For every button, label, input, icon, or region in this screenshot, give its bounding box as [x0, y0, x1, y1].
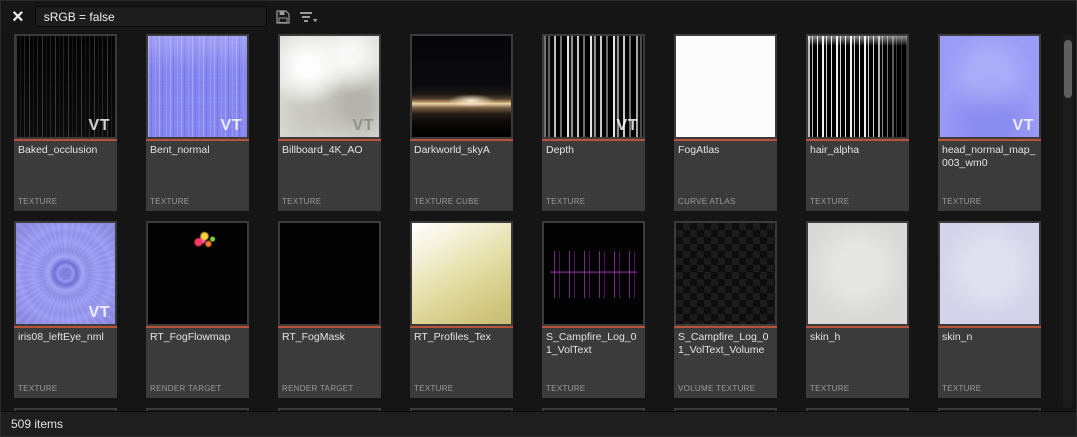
asset-thumbnail [940, 223, 1039, 324]
asset-type-label: TEXTURE [14, 197, 117, 211]
asset-name: skin_h [806, 328, 909, 384]
search-input[interactable] [35, 6, 267, 27]
asset-type-label: TEXTURE [806, 384, 909, 398]
asset-thumbnail [280, 223, 379, 324]
asset-type-label: TEXTURE [410, 384, 513, 398]
asset-name: iris08_leftEye_nml [14, 328, 117, 384]
asset-thumbnail [676, 223, 775, 324]
item-count: 509 items [11, 417, 63, 431]
close-icon[interactable]: × [10, 8, 26, 26]
asset-type-label: TEXTURE [14, 384, 117, 398]
asset-tile[interactable]: VT Depth TEXTURE [542, 34, 645, 211]
asset-name: Darkworld_skyA [410, 141, 513, 197]
asset-tile[interactable]: VT iris08_leftEye_nml TEXTURE [14, 221, 117, 398]
asset-thumbnail [808, 223, 907, 324]
asset-name: RT_Profiles_Tex [410, 328, 513, 384]
asset-type-label: CURVE ATLAS [674, 197, 777, 211]
asset-tile[interactable]: VT head_normal_map_003_wm0 TEXTURE [938, 34, 1041, 211]
asset-thumbnail: VT [148, 36, 247, 137]
asset-name: Bent_normal [146, 141, 249, 197]
virtual-texture-badge: VT [617, 117, 638, 135]
asset-type-label: RENDER TARGET [278, 384, 381, 398]
asset-type-label: TEXTURE [542, 197, 645, 211]
asset-thumbnail: VT [16, 223, 115, 324]
scrollbar-thumb[interactable] [1064, 40, 1072, 98]
asset-type-label: TEXTURE [806, 197, 909, 211]
filter-lines-icon [299, 10, 318, 24]
scrollbar-track[interactable] [1063, 34, 1073, 408]
asset-tile[interactable]: Darkworld_skyA TEXTURE CUBE [410, 34, 513, 211]
asset-thumbnail: VT [280, 36, 379, 137]
asset-name: skin_n [938, 328, 1041, 384]
asset-tile[interactable]: VT Billboard_4K_AO TEXTURE [278, 34, 381, 211]
asset-tile[interactable]: FogAtlas CURVE ATLAS [674, 34, 777, 211]
asset-tile[interactable]: S_Campfire_Log_01_VolText_Volume VOLUME … [674, 221, 777, 398]
asset-type-label: TEXTURE [542, 384, 645, 398]
asset-type-label: TEXTURE [278, 197, 381, 211]
asset-name: hair_alpha [806, 141, 909, 197]
asset-thumbnail: VT [940, 36, 1039, 137]
asset-grid: VT Baked_occlusion TEXTURE VT Bent_norma… [1, 32, 1060, 411]
asset-type-label: TEXTURE CUBE [410, 197, 513, 211]
status-bar: 509 items [1, 411, 1076, 436]
asset-tile[interactable]: hair_alpha TEXTURE [806, 34, 909, 211]
asset-type-label: TEXTURE [938, 197, 1041, 211]
asset-tile[interactable]: RT_FogMask RENDER TARGET [278, 221, 381, 398]
virtual-texture-badge: VT [353, 117, 374, 135]
asset-name: Depth [542, 141, 645, 197]
asset-name: FogAtlas [674, 141, 777, 197]
asset-thumbnail [412, 36, 511, 137]
asset-name: head_normal_map_003_wm0 [938, 141, 1041, 197]
asset-thumbnail [148, 223, 247, 324]
virtual-texture-badge: VT [89, 117, 110, 135]
asset-type-label: VOLUME TEXTURE [674, 384, 777, 398]
virtual-texture-badge: VT [1013, 117, 1034, 135]
asset-tile[interactable]: VT Baked_occlusion TEXTURE [14, 34, 117, 211]
asset-name: RT_FogMask [278, 328, 381, 384]
filter-icon[interactable] [299, 7, 318, 27]
virtual-texture-badge: VT [221, 117, 242, 135]
asset-thumbnail [412, 223, 511, 324]
asset-type-label: RENDER TARGET [146, 384, 249, 398]
save-search-icon[interactable] [276, 7, 290, 27]
asset-tile[interactable]: S_Campfire_Log_01_VolText TEXTURE [542, 221, 645, 398]
asset-thumbnail [544, 223, 643, 324]
asset-tile[interactable]: VT Bent_normal TEXTURE [146, 34, 249, 211]
asset-picker-window: × VT Baked_occlusion TEXTURE [0, 0, 1077, 437]
asset-name: S_Campfire_Log_01_VolText [542, 328, 645, 384]
asset-name: S_Campfire_Log_01_VolText_Volume [674, 328, 777, 384]
virtual-texture-badge: VT [89, 304, 110, 322]
asset-type-label: TEXTURE [146, 197, 249, 211]
asset-name: Baked_occlusion [14, 141, 117, 197]
asset-tile[interactable]: skin_n TEXTURE [938, 221, 1041, 398]
asset-thumbnail [808, 36, 907, 137]
asset-tile[interactable]: skin_h TEXTURE [806, 221, 909, 398]
asset-name: Billboard_4K_AO [278, 141, 381, 197]
asset-thumbnail: VT [16, 36, 115, 137]
asset-thumbnail [676, 36, 775, 137]
asset-name: RT_FogFlowmap [146, 328, 249, 384]
asset-tile[interactable]: RT_Profiles_Tex TEXTURE [410, 221, 513, 398]
asset-thumbnail: VT [544, 36, 643, 137]
search-toolbar: × [1, 1, 1076, 32]
floppy-disk-icon [276, 10, 290, 24]
asset-type-label: TEXTURE [938, 384, 1041, 398]
asset-tile[interactable]: RT_FogFlowmap RENDER TARGET [146, 221, 249, 398]
